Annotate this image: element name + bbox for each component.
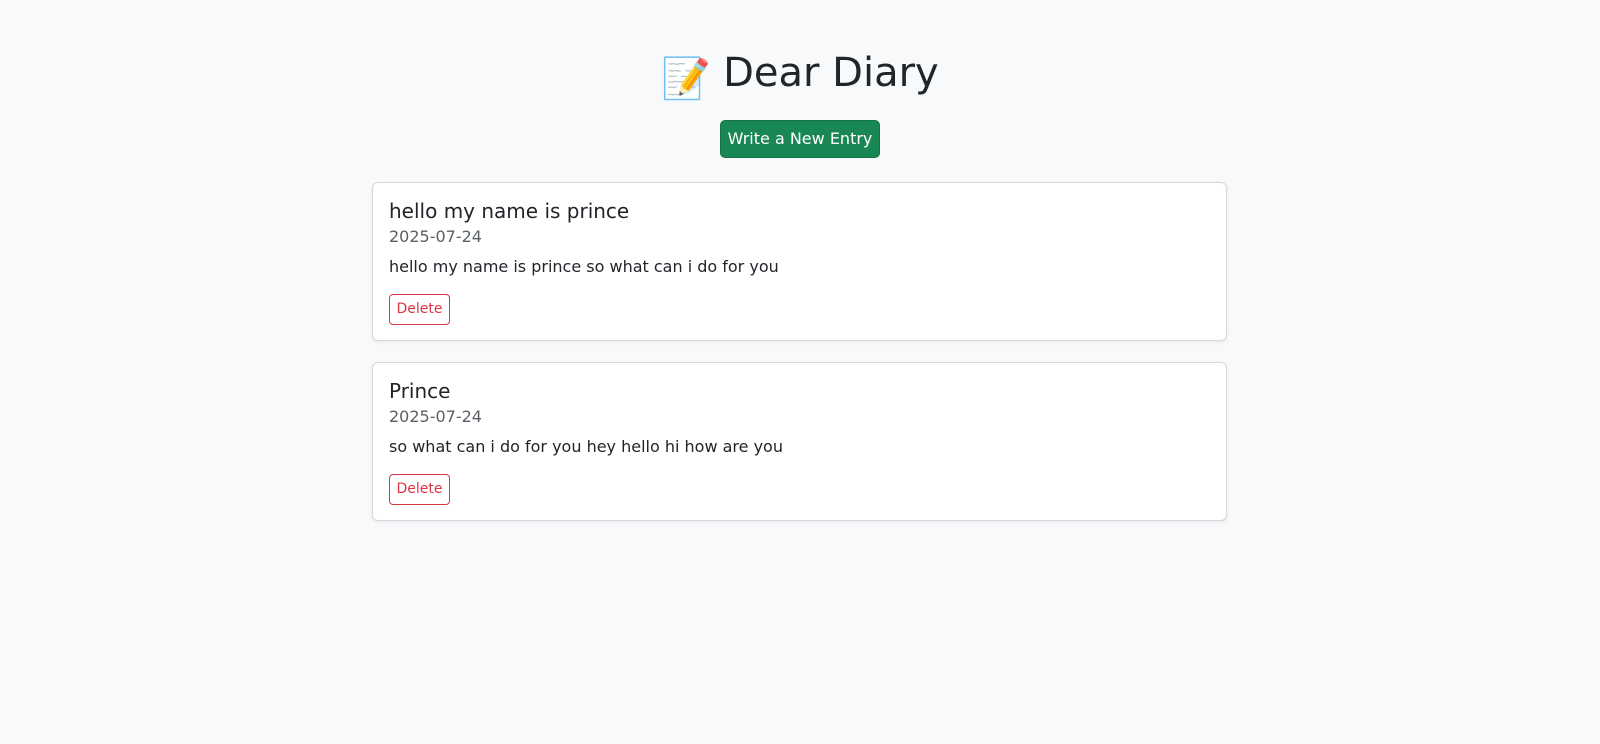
memo-icon: 📝 [661, 56, 712, 102]
entry-title: Prince [389, 379, 451, 403]
page-title: 📝 Dear Diary [0, 46, 1600, 106]
delete-entry-button[interactable]: Delete [389, 474, 450, 505]
diary-entry-card: Prince 2025-07-24 so what can i do for y… [372, 362, 1227, 521]
entry-text: hello my name is prince so what can i do… [389, 257, 779, 276]
entry-text: so what can i do for you hey hello hi ho… [389, 437, 783, 456]
diary-page: 📝 Dear Diary Write a New Entry hello my n… [0, 0, 1600, 744]
entry-title: hello my name is prince [389, 199, 630, 223]
diary-entry-card: hello my name is prince 2025-07-24 hello… [372, 182, 1227, 341]
entry-date: 2025-07-24 [389, 407, 482, 426]
entry-date: 2025-07-24 [389, 227, 482, 246]
delete-entry-button[interactable]: Delete [389, 294, 450, 325]
page-title-text: Dear Diary [723, 50, 939, 96]
write-new-entry-button[interactable]: Write a New Entry [720, 120, 880, 158]
